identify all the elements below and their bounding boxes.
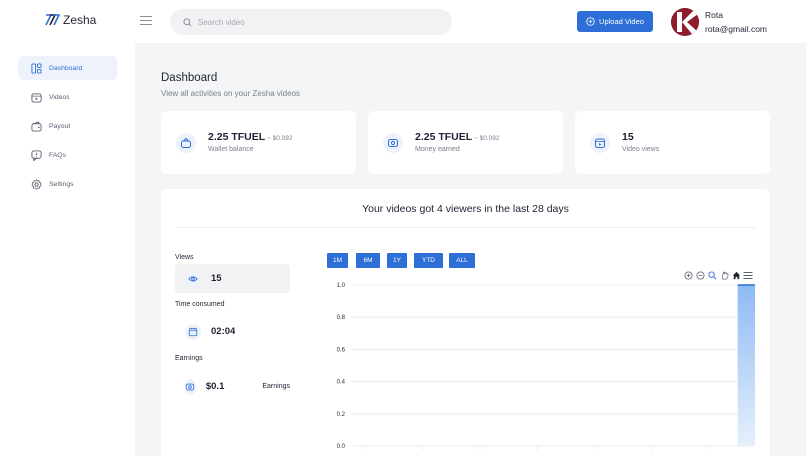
area-mark[interactable] — [737, 285, 755, 446]
card-label: Video views — [622, 146, 660, 153]
card-value: 2.25 TFUEL ~ $0.092 — [415, 131, 500, 143]
sidebar-item-label: FAQs — [49, 151, 66, 159]
user-email: rota@gmail.com — [705, 24, 768, 34]
upload-video-button[interactable]: Upload Video — [577, 11, 653, 32]
page-title: Dashboard — [161, 72, 218, 84]
time-consumed-label: Time consumed — [175, 301, 225, 308]
y-tick-label: 0.2 — [337, 412, 346, 418]
y-tick-label: 0.4 — [337, 380, 346, 386]
card-value: 15 — [622, 131, 634, 143]
y-tick-label: 0.8 — [337, 315, 346, 321]
logo-icon — [45, 14, 60, 26]
sidebar-item-videos[interactable]: Videos — [18, 85, 117, 109]
sidebar-item-label: Settings — [49, 180, 74, 188]
views-area-chart: 1.0 0.8 0.6 0.4 0.2 0.0 — [337, 283, 755, 450]
calendar-icon — [185, 323, 201, 340]
user-name: Rota — [705, 10, 723, 20]
sidebar-item-label: Payout — [49, 122, 71, 130]
search-bar[interactable] — [170, 9, 452, 35]
sidebar-item-label: Videos — [49, 93, 70, 101]
range-6m-button[interactable]: 6M — [356, 253, 380, 268]
app-name: Zesha — [63, 13, 97, 27]
money-icon — [185, 378, 196, 395]
range-1m-button[interactable]: 1M — [327, 253, 348, 268]
avatar[interactable] — [671, 8, 699, 36]
card-value: 2.25 TFUEL ~ $0.092 — [208, 131, 293, 143]
earnings-unit: Earnings — [262, 383, 290, 390]
sidebar: Dashboard Videos Payout FAQs Settings — [0, 43, 135, 456]
sidebar-item-payout[interactable]: Payout — [18, 114, 117, 138]
time-consumed-value: 02:04 — [211, 326, 236, 337]
sidebar-item-settings[interactable]: Settings — [18, 172, 117, 196]
upload-video-label: Upload Video — [599, 17, 644, 26]
y-tick-label: 0.0 — [337, 444, 346, 450]
range-ytd-button[interactable]: YTD — [414, 253, 443, 268]
card-label: Wallet balance — [208, 146, 254, 153]
card-label: Money earned — [415, 146, 460, 153]
time-consumed-stat[interactable]: 02:04 — [175, 317, 290, 346]
upload-icon — [586, 17, 595, 26]
chat-icon — [31, 149, 42, 161]
video-icon — [590, 133, 610, 153]
menu-toggle-icon[interactable] — [140, 16, 152, 26]
sidebar-item-faqs[interactable]: FAQs — [18, 143, 117, 167]
sidebar-item-dashboard[interactable]: Dashboard — [18, 56, 117, 80]
wallet-icon — [31, 120, 42, 132]
sidebar-item-label: Dashboard — [49, 64, 83, 72]
search-icon — [183, 17, 192, 26]
money-icon — [383, 133, 403, 153]
video-views-card: 15 Video views — [575, 111, 770, 174]
y-tick-label: 0.6 — [337, 347, 346, 353]
search-input[interactable] — [198, 17, 438, 27]
wallet-icon — [176, 133, 196, 153]
views-stat[interactable]: 15 — [175, 264, 290, 293]
earnings-value: $0.1 — [205, 381, 225, 392]
gear-icon — [31, 178, 42, 190]
divider — [176, 227, 755, 228]
earnings-stat[interactable]: $0.1 Earnings — [175, 372, 290, 401]
views-value: 15 — [211, 273, 222, 284]
views-label: Views — [175, 254, 194, 261]
range-all-button[interactable]: ALL — [449, 253, 475, 268]
wallet-balance-card: 2.25 TFUEL ~ $0.092 Wallet balance — [161, 111, 356, 174]
panel-title: Your videos got 4 viewers in the last 28… — [362, 203, 569, 215]
dashboard-icon — [31, 62, 42, 74]
range-1y-button[interactable]: 1Y — [387, 253, 407, 268]
y-tick-label: 1.0 — [337, 283, 346, 289]
analytics-panel: Your videos got 4 viewers in the last 28… — [161, 189, 770, 456]
eye-icon — [185, 270, 201, 287]
earnings-label: Earnings — [175, 355, 203, 362]
video-icon — [31, 92, 42, 103]
app-logo[interactable]: Zesha — [44, 12, 96, 28]
money-earned-card: 2.25 TFUEL ~ $0.092 Money earned — [368, 111, 563, 174]
page-subtitle: View all activities on your Zesha videos — [161, 89, 301, 98]
top-header: Zesha Upload Video Rota rota@gmail.com — [0, 0, 806, 43]
